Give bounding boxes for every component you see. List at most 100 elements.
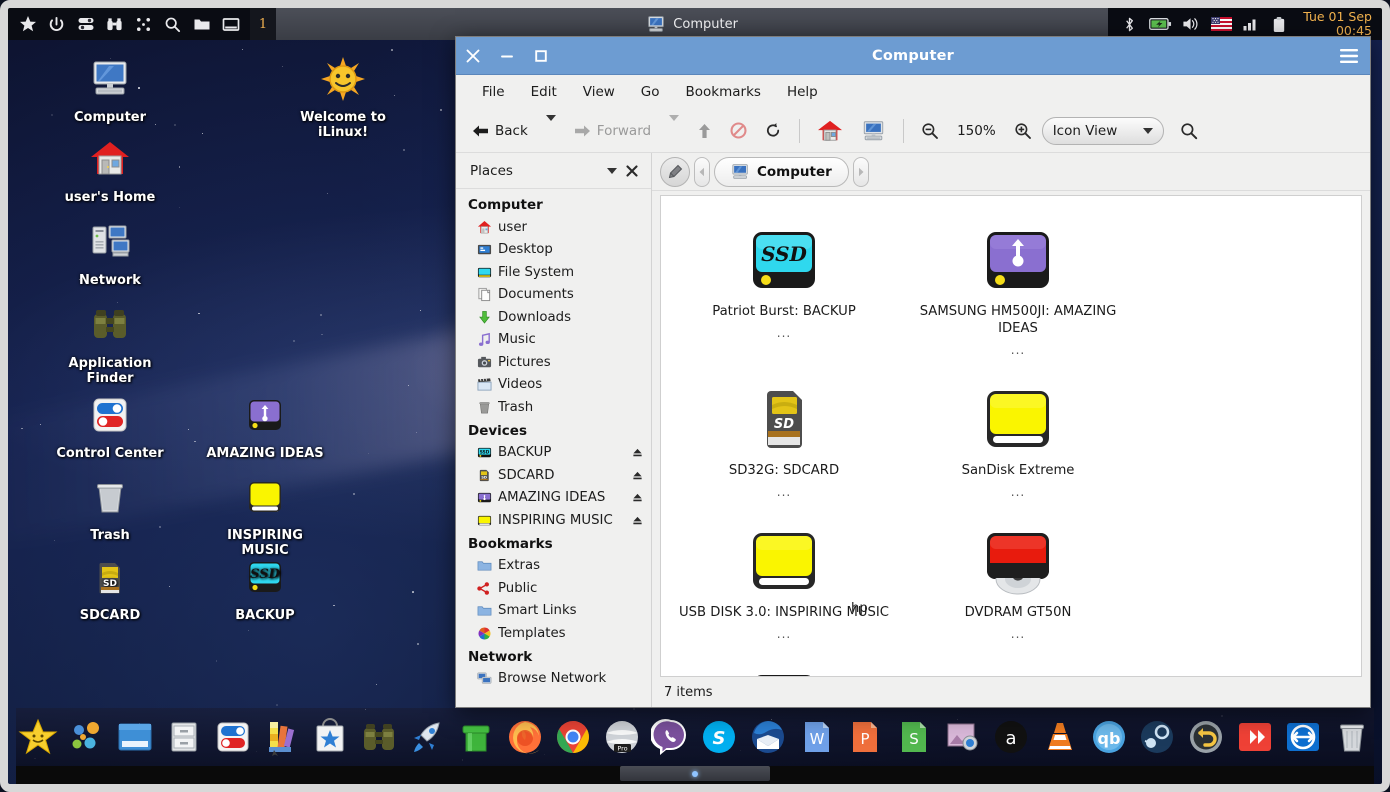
desktop-icon-network[interactable]: Network [50,215,170,288]
sidebar-item-inspiring-music[interactable]: INSPIRING MUSIC [456,509,651,532]
file-item[interactable]: hp DVDRAM GT50N ... [851,509,1135,651]
dock-item-blue-window[interactable] [113,715,157,759]
stop-button[interactable] [722,117,755,144]
clipboard-icon[interactable] [1269,15,1288,34]
dock-item-file-cabinet[interactable] [162,715,206,759]
menu-file[interactable]: File [470,80,517,104]
dock-item-app-store[interactable] [308,715,352,759]
forward-button[interactable]: Forward [566,118,659,144]
sidebar-item-user[interactable]: user [456,216,651,239]
sidebar-item-templates[interactable]: Templates [456,622,651,645]
sidebar-item-file-system[interactable]: File System [456,261,651,284]
dock-item-trash[interactable] [1330,715,1374,759]
menu-view[interactable]: View [571,80,627,104]
dock-active-indicator[interactable] [620,766,770,781]
desktop-icon-inspiring-music[interactable]: INSPIRING MUSIC [205,470,325,558]
eject-icon[interactable] [632,492,643,503]
maximize-icon[interactable] [524,37,558,75]
keyboard-layout-flag-icon[interactable] [1210,15,1232,34]
dock-item-color-palette[interactable] [259,715,303,759]
desktop-icon-computer[interactable]: Computer [50,52,170,125]
minimize-icon[interactable] [490,37,524,75]
file-manager-window[interactable]: Computer File Edit View Go Bookmarks Hel… [455,36,1371,708]
dock-item-star-smile[interactable] [16,715,60,759]
scroll-left-icon[interactable] [694,156,710,187]
places-header[interactable]: Places [456,153,651,189]
menu-edit[interactable]: Edit [519,80,569,104]
sidebar-item-backup[interactable]: SSD BACKUP [456,442,651,465]
dock-item-anydesk[interactable] [1233,715,1277,759]
desktop-icon-control-center[interactable]: Control Center [50,388,170,461]
sidebar-item-browse-network[interactable]: Browse Network [456,668,651,691]
dock-item-teamviewer[interactable] [1282,715,1326,759]
menu-bookmarks[interactable]: Bookmarks [674,80,773,104]
sidebar-item-amazing-ideas[interactable]: AMAZING IDEAS [456,487,651,510]
volume-icon[interactable] [1181,15,1201,34]
back-button[interactable]: Back [464,118,536,144]
reload-button[interactable] [757,117,790,144]
places-list[interactable]: Computer user Desktop File System Docume… [456,189,651,707]
back-dropdown-button[interactable] [538,115,564,146]
forward-dropdown-button[interactable] [661,115,687,146]
bluetooth-icon[interactable] [1120,15,1139,34]
sidebar-item-trash[interactable]: Trash [456,396,651,419]
hamburger-menu-icon[interactable] [1330,37,1370,75]
search-button[interactable] [1172,117,1206,145]
dock-item-presentation[interactable]: P [844,715,888,759]
desktop-icon-backup[interactable]: SSD BACKUP [205,550,325,623]
file-icon-grid[interactable]: SSD Patriot Burst: BACKUP ... SAMSUNG HM… [661,196,1361,676]
pathbar[interactable]: Computer [652,153,1370,191]
close-sidebar-icon[interactable] [623,164,641,177]
dock[interactable]: Pro S W P S a qb [16,708,1374,766]
dock-item-skype[interactable]: S [698,715,742,759]
eject-icon[interactable] [632,470,643,481]
desktop-icon-users-home[interactable]: user's Home [50,132,170,205]
dock-item-audacious[interactable]: a [990,715,1034,759]
sidebar-item-sdcard[interactable]: SD SDCARD [456,464,651,487]
menu-help[interactable]: Help [775,80,830,104]
workspace-indicator[interactable]: 1 [250,8,276,40]
sidebar-item-public[interactable]: Public [456,577,651,600]
power-icon[interactable] [47,15,66,34]
home-button[interactable] [809,114,851,148]
edit-path-icon[interactable] [660,156,690,187]
file-item[interactable]: SAMSUNG HM500JI: AMAZING IDEAS ... [901,208,1135,367]
dock-item-timeshift-undo[interactable] [1184,715,1228,759]
dock-item-word-processor[interactable]: W [795,715,839,759]
dock-item-rocket[interactable] [405,715,449,759]
file-item[interactable]: SD SD32G: SDCARD ... [667,367,901,509]
dock-item-viber[interactable] [649,715,693,759]
dock-item-green-pipe[interactable] [454,715,498,759]
scroll-right-icon[interactable] [852,156,869,187]
dock-item-thunderbird[interactable] [746,715,790,759]
desktop-icon-amazing-ideas[interactable]: AMAZING IDEAS [205,388,325,461]
eject-icon[interactable] [632,447,643,458]
computer-button[interactable] [853,114,894,148]
dock-item-qbittorrent[interactable]: qb [1087,715,1131,759]
view-mode-select[interactable]: Icon View [1041,116,1164,145]
network-signal-icon[interactable] [1241,15,1260,34]
desktop-icon-trash[interactable]: Trash [50,470,170,543]
clock[interactable]: Tue 01 Sep 00:45 [1297,10,1372,38]
sidebar-item-videos[interactable]: Videos [456,374,651,397]
sidebar-item-documents[interactable]: Documents [456,284,651,307]
dock-item-chrome[interactable] [551,715,595,759]
sidebar-item-pictures[interactable]: Pictures [456,351,651,374]
folder-icon[interactable] [192,15,211,34]
settings-toggle-icon[interactable] [76,15,95,34]
grid-dots-icon[interactable] [134,15,153,34]
dock-item-image-viewer[interactable] [941,715,985,759]
binoculars-icon[interactable] [105,15,124,34]
dock-item-spreadsheet[interactable]: S [892,715,936,759]
icon-view-area[interactable]: SSD Patriot Burst: BACKUP ... SAMSUNG HM… [660,195,1362,677]
search-icon[interactable] [163,15,182,34]
file-item[interactable]: SanDisk Extreme ... [901,367,1135,509]
dock-item-binoculars[interactable] [357,715,401,759]
up-button[interactable] [689,118,720,144]
task-button-computer[interactable]: Computer [636,11,748,37]
zoom-out-button[interactable] [913,117,947,145]
star-menu-icon[interactable] [18,15,37,34]
desktop-icon-welcome[interactable]: Welcome to iLinux! [283,52,403,140]
eject-icon[interactable] [632,515,643,526]
dock-item-firefox[interactable] [503,715,547,759]
